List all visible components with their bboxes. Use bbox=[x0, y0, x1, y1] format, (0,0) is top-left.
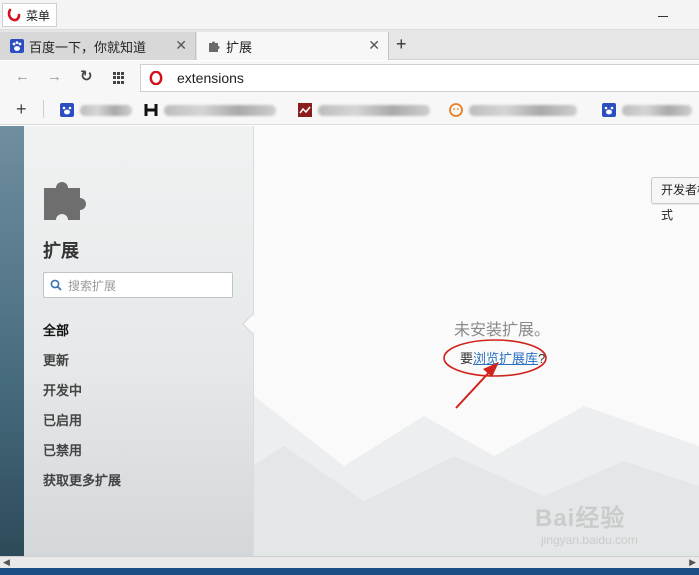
smiley-icon bbox=[449, 103, 463, 117]
developer-mode-button[interactable]: 开发者模式 bbox=[651, 177, 699, 222]
browse-suffix: ? bbox=[538, 351, 546, 366]
search-input[interactable]: 搜索扩展 bbox=[43, 272, 233, 298]
bookmark-item[interactable] bbox=[449, 101, 577, 119]
tab-label: 扩展 bbox=[226, 39, 253, 55]
tab-baidu[interactable]: 百度一下，你就知道 ✕ bbox=[0, 32, 196, 60]
watermark-brand: Bai经验 bbox=[535, 505, 626, 532]
close-tab-icon[interactable]: ✕ bbox=[368, 38, 380, 52]
menu-button[interactable]: 菜单 bbox=[2, 3, 58, 27]
h-logo-icon bbox=[144, 104, 158, 116]
close-tab-icon[interactable]: ✕ bbox=[175, 38, 187, 52]
watermark: Bai经验 jingyan.baidu.com bbox=[535, 498, 638, 547]
bookmark-item[interactable] bbox=[602, 101, 692, 119]
forward-icon[interactable]: → bbox=[47, 69, 62, 85]
sidebar-item-get-more[interactable]: 获取更多扩展 bbox=[43, 470, 121, 489]
bookmark-item[interactable] bbox=[298, 101, 430, 119]
tab-bar: 百度一下，你就知道 ✕ 扩展 ✕ + bbox=[0, 30, 699, 60]
divider bbox=[43, 100, 44, 118]
puzzle-icon bbox=[209, 41, 220, 52]
bookmarks-bar: + bbox=[0, 94, 699, 125]
baidu-paw-icon bbox=[10, 39, 24, 53]
scroll-right-icon[interactable]: ▶ bbox=[689, 557, 696, 568]
scroll-left-icon[interactable]: ◀ bbox=[3, 557, 10, 568]
reload-icon[interactable]: ↻ bbox=[80, 69, 93, 85]
tab-extensions[interactable]: 扩展 ✕ bbox=[197, 32, 389, 60]
add-bookmark-button[interactable]: + bbox=[16, 99, 27, 120]
browse-line: 要浏览扩展库? bbox=[460, 348, 545, 367]
url-text: extensions bbox=[177, 70, 244, 86]
opera-o-icon bbox=[149, 71, 163, 85]
sidebar-item-disabled[interactable]: 已禁用 bbox=[43, 440, 82, 459]
baidu-paw-icon bbox=[602, 103, 616, 117]
extensions-page: 扩展 搜索扩展 全部 更新 开发中 已启用 已禁用 获取更多扩展 开发者模式 未… bbox=[0, 126, 699, 556]
window-edge bbox=[0, 126, 24, 556]
taskbar bbox=[0, 568, 699, 575]
site-logo-icon bbox=[298, 103, 312, 117]
search-placeholder: 搜索扩展 bbox=[68, 278, 117, 293]
sidebar-item-updates[interactable]: 更新 bbox=[43, 350, 69, 369]
sidebar-item-enabled[interactable]: 已启用 bbox=[43, 410, 82, 429]
bookmark-item[interactable] bbox=[60, 101, 132, 119]
tab-label: 百度一下，你就知道 bbox=[29, 39, 147, 55]
baidu-paw-icon bbox=[60, 103, 74, 117]
page-title: 扩展 bbox=[43, 241, 79, 261]
back-icon[interactable]: ← bbox=[15, 69, 30, 85]
opera-logo-icon bbox=[7, 8, 21, 22]
speed-dial-icon[interactable] bbox=[113, 72, 125, 84]
title-bar: 菜单 bbox=[0, 0, 699, 30]
minimize-icon[interactable] bbox=[656, 6, 670, 20]
bookmark-item[interactable] bbox=[144, 101, 276, 119]
sidebar-item-developer[interactable]: 开发中 bbox=[43, 380, 82, 399]
url-field[interactable]: extensions bbox=[140, 64, 699, 92]
menu-label: 菜单 bbox=[26, 8, 51, 23]
browser-window: 菜单 百度一下，你就知道 ✕ 扩展 ✕ + ← → ↻ extensions +… bbox=[0, 0, 699, 575]
watermark-url: jingyan.baidu.com bbox=[541, 533, 638, 547]
browse-prefix: 要 bbox=[460, 351, 474, 366]
new-tab-button[interactable]: + bbox=[396, 34, 407, 54]
browse-gallery-link[interactable]: 浏览扩展库 bbox=[473, 351, 538, 366]
empty-message: 未安装扩展。 bbox=[454, 322, 551, 339]
sidebar-item-all[interactable]: 全部 bbox=[43, 320, 69, 339]
sidebar: 扩展 搜索扩展 全部 更新 开发中 已启用 已禁用 获取更多扩展 bbox=[24, 126, 254, 556]
search-icon bbox=[50, 279, 62, 291]
puzzle-icon bbox=[44, 182, 86, 220]
horizontal-scrollbar[interactable]: ◀ ▶ bbox=[0, 556, 699, 568]
address-bar: ← → ↻ extensions bbox=[0, 61, 699, 94]
